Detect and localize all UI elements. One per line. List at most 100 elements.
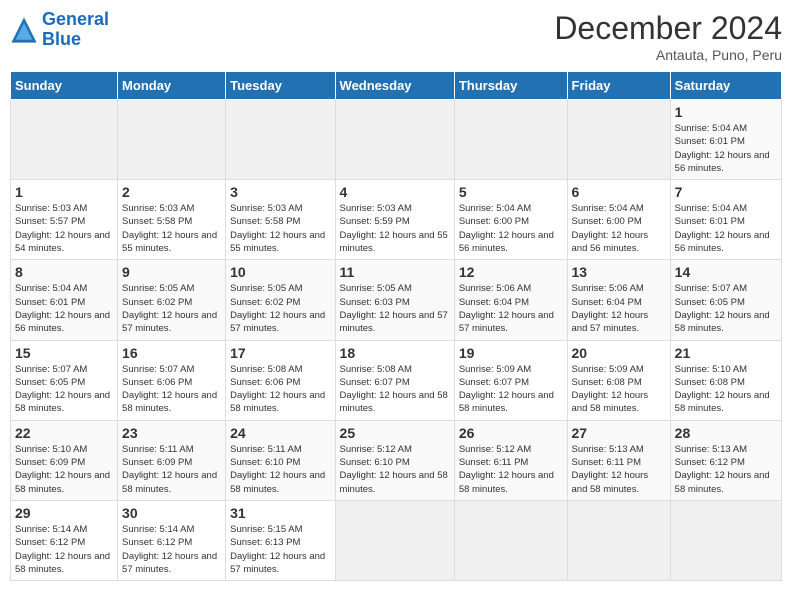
day-number: 14 (675, 264, 777, 280)
calendar-cell: 12 Sunrise: 5:06 AMSunset: 6:04 PMDaylig… (454, 260, 567, 340)
month-title: December 2024 (554, 10, 782, 47)
day-info: Sunrise: 5:15 AMSunset: 6:13 PMDaylight:… (230, 523, 330, 576)
day-info: Sunrise: 5:09 AMSunset: 6:08 PMDaylight:… (572, 363, 666, 416)
calendar-cell: 6 Sunrise: 5:04 AMSunset: 6:00 PMDayligh… (567, 180, 670, 260)
day-info: Sunrise: 5:03 AMSunset: 5:57 PMDaylight:… (15, 202, 113, 255)
day-number: 7 (675, 184, 777, 200)
day-number: 1 (675, 104, 777, 120)
calendar-week-row: 22 Sunrise: 5:10 AMSunset: 6:09 PMDaylig… (11, 420, 782, 500)
day-info: Sunrise: 5:05 AMSunset: 6:03 PMDaylight:… (340, 282, 450, 335)
calendar-cell: 1 Sunrise: 5:03 AMSunset: 5:57 PMDayligh… (11, 180, 118, 260)
calendar-cell: 8 Sunrise: 5:04 AMSunset: 6:01 PMDayligh… (11, 260, 118, 340)
calendar-cell: 25 Sunrise: 5:12 AMSunset: 6:10 PMDaylig… (335, 420, 454, 500)
day-info: Sunrise: 5:04 AMSunset: 6:00 PMDaylight:… (572, 202, 666, 255)
day-number: 5 (459, 184, 563, 200)
day-number: 31 (230, 505, 330, 521)
day-info: Sunrise: 5:14 AMSunset: 6:12 PMDaylight:… (122, 523, 221, 576)
day-info: Sunrise: 5:12 AMSunset: 6:11 PMDaylight:… (459, 443, 563, 496)
day-number: 15 (15, 345, 113, 361)
day-number: 4 (340, 184, 450, 200)
calendar-week-row: 15 Sunrise: 5:07 AMSunset: 6:05 PMDaylig… (11, 340, 782, 420)
logo-line2: Blue (42, 29, 81, 49)
day-number: 2 (122, 184, 221, 200)
calendar-cell (118, 100, 226, 180)
day-number: 21 (675, 345, 777, 361)
day-number: 29 (15, 505, 113, 521)
calendar-cell: 31 Sunrise: 5:15 AMSunset: 6:13 PMDaylig… (226, 500, 335, 580)
day-info: Sunrise: 5:03 AMSunset: 5:58 PMDaylight:… (230, 202, 330, 255)
calendar-cell: 1 Sunrise: 5:04 AMSunset: 6:01 PMDayligh… (670, 100, 781, 180)
logo-text: General Blue (42, 10, 109, 50)
calendar-cell (454, 500, 567, 580)
calendar-cell: 10 Sunrise: 5:05 AMSunset: 6:02 PMDaylig… (226, 260, 335, 340)
day-number: 6 (572, 184, 666, 200)
calendar-cell: 7 Sunrise: 5:04 AMSunset: 6:01 PMDayligh… (670, 180, 781, 260)
day-info: Sunrise: 5:10 AMSunset: 6:09 PMDaylight:… (15, 443, 113, 496)
calendar-cell (454, 100, 567, 180)
day-info: Sunrise: 5:03 AMSunset: 5:59 PMDaylight:… (340, 202, 450, 255)
calendar-cell: 5 Sunrise: 5:04 AMSunset: 6:00 PMDayligh… (454, 180, 567, 260)
day-number: 26 (459, 425, 563, 441)
day-number: 12 (459, 264, 563, 280)
calendar-cell: 17 Sunrise: 5:08 AMSunset: 6:06 PMDaylig… (226, 340, 335, 420)
day-info: Sunrise: 5:13 AMSunset: 6:11 PMDaylight:… (572, 443, 666, 496)
calendar-cell: 9 Sunrise: 5:05 AMSunset: 6:02 PMDayligh… (118, 260, 226, 340)
day-number: 10 (230, 264, 330, 280)
header-day-sunday: Sunday (11, 72, 118, 100)
day-number: 8 (15, 264, 113, 280)
day-info: Sunrise: 5:06 AMSunset: 6:04 PMDaylight:… (572, 282, 666, 335)
calendar-cell: 3 Sunrise: 5:03 AMSunset: 5:58 PMDayligh… (226, 180, 335, 260)
day-info: Sunrise: 5:07 AMSunset: 6:05 PMDaylight:… (675, 282, 777, 335)
calendar-week-row: 1 Sunrise: 5:04 AMSunset: 6:01 PMDayligh… (11, 100, 782, 180)
day-info: Sunrise: 5:08 AMSunset: 6:07 PMDaylight:… (340, 363, 450, 416)
day-info: Sunrise: 5:13 AMSunset: 6:12 PMDaylight:… (675, 443, 777, 496)
calendar-cell (567, 100, 670, 180)
calendar-cell: 29 Sunrise: 5:14 AMSunset: 6:12 PMDaylig… (11, 500, 118, 580)
day-info: Sunrise: 5:05 AMSunset: 6:02 PMDaylight:… (230, 282, 330, 335)
day-info: Sunrise: 5:07 AMSunset: 6:05 PMDaylight:… (15, 363, 113, 416)
header-day-monday: Monday (118, 72, 226, 100)
calendar-cell (567, 500, 670, 580)
calendar-header-row: SundayMondayTuesdayWednesdayThursdayFrid… (11, 72, 782, 100)
day-number: 9 (122, 264, 221, 280)
calendar-week-row: 8 Sunrise: 5:04 AMSunset: 6:01 PMDayligh… (11, 260, 782, 340)
day-number: 28 (675, 425, 777, 441)
calendar-cell: 11 Sunrise: 5:05 AMSunset: 6:03 PMDaylig… (335, 260, 454, 340)
calendar-body: 1 Sunrise: 5:04 AMSunset: 6:01 PMDayligh… (11, 100, 782, 581)
header-day-tuesday: Tuesday (226, 72, 335, 100)
day-info: Sunrise: 5:14 AMSunset: 6:12 PMDaylight:… (15, 523, 113, 576)
calendar-week-row: 1 Sunrise: 5:03 AMSunset: 5:57 PMDayligh… (11, 180, 782, 260)
header-day-thursday: Thursday (454, 72, 567, 100)
calendar-cell (335, 500, 454, 580)
logo-icon (10, 16, 38, 44)
calendar-cell: 19 Sunrise: 5:09 AMSunset: 6:07 PMDaylig… (454, 340, 567, 420)
day-info: Sunrise: 5:05 AMSunset: 6:02 PMDaylight:… (122, 282, 221, 335)
day-info: Sunrise: 5:08 AMSunset: 6:06 PMDaylight:… (230, 363, 330, 416)
day-number: 24 (230, 425, 330, 441)
calendar-cell: 20 Sunrise: 5:09 AMSunset: 6:08 PMDaylig… (567, 340, 670, 420)
day-info: Sunrise: 5:09 AMSunset: 6:07 PMDaylight:… (459, 363, 563, 416)
header-day-saturday: Saturday (670, 72, 781, 100)
logo: General Blue (10, 10, 109, 50)
day-info: Sunrise: 5:04 AMSunset: 6:01 PMDaylight:… (15, 282, 113, 335)
location-subtitle: Antauta, Puno, Peru (554, 47, 782, 63)
day-number: 1 (15, 184, 113, 200)
day-number: 22 (15, 425, 113, 441)
day-info: Sunrise: 5:06 AMSunset: 6:04 PMDaylight:… (459, 282, 563, 335)
day-number: 3 (230, 184, 330, 200)
logo-line1: General (42, 9, 109, 29)
header-day-wednesday: Wednesday (335, 72, 454, 100)
calendar-cell: 15 Sunrise: 5:07 AMSunset: 6:05 PMDaylig… (11, 340, 118, 420)
day-number: 20 (572, 345, 666, 361)
calendar-cell: 26 Sunrise: 5:12 AMSunset: 6:11 PMDaylig… (454, 420, 567, 500)
calendar-cell: 4 Sunrise: 5:03 AMSunset: 5:59 PMDayligh… (335, 180, 454, 260)
day-number: 30 (122, 505, 221, 521)
calendar-cell: 24 Sunrise: 5:11 AMSunset: 6:10 PMDaylig… (226, 420, 335, 500)
calendar-cell: 23 Sunrise: 5:11 AMSunset: 6:09 PMDaylig… (118, 420, 226, 500)
calendar-cell: 18 Sunrise: 5:08 AMSunset: 6:07 PMDaylig… (335, 340, 454, 420)
calendar-cell (335, 100, 454, 180)
day-info: Sunrise: 5:04 AMSunset: 6:01 PMDaylight:… (675, 122, 777, 175)
day-number: 25 (340, 425, 450, 441)
calendar-cell: 30 Sunrise: 5:14 AMSunset: 6:12 PMDaylig… (118, 500, 226, 580)
day-number: 13 (572, 264, 666, 280)
